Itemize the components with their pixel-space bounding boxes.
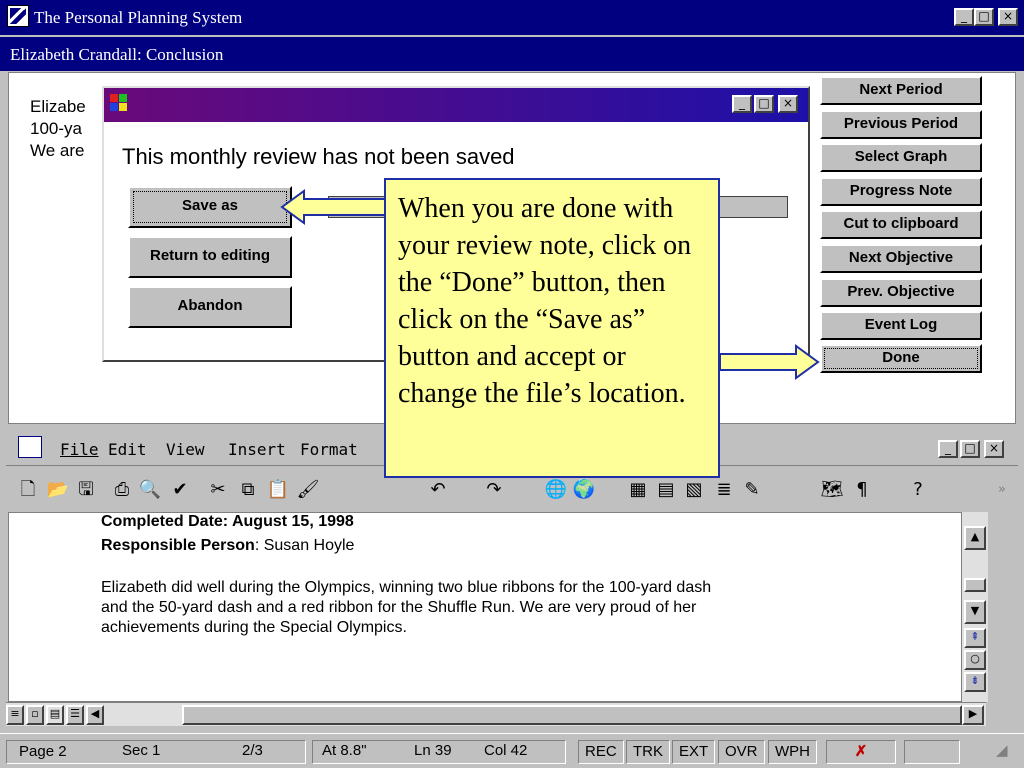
instruction-callout: When you are done with your review note,… xyxy=(384,178,720,478)
arrow-to-save-as xyxy=(280,189,387,225)
arrow-to-done xyxy=(719,344,820,380)
